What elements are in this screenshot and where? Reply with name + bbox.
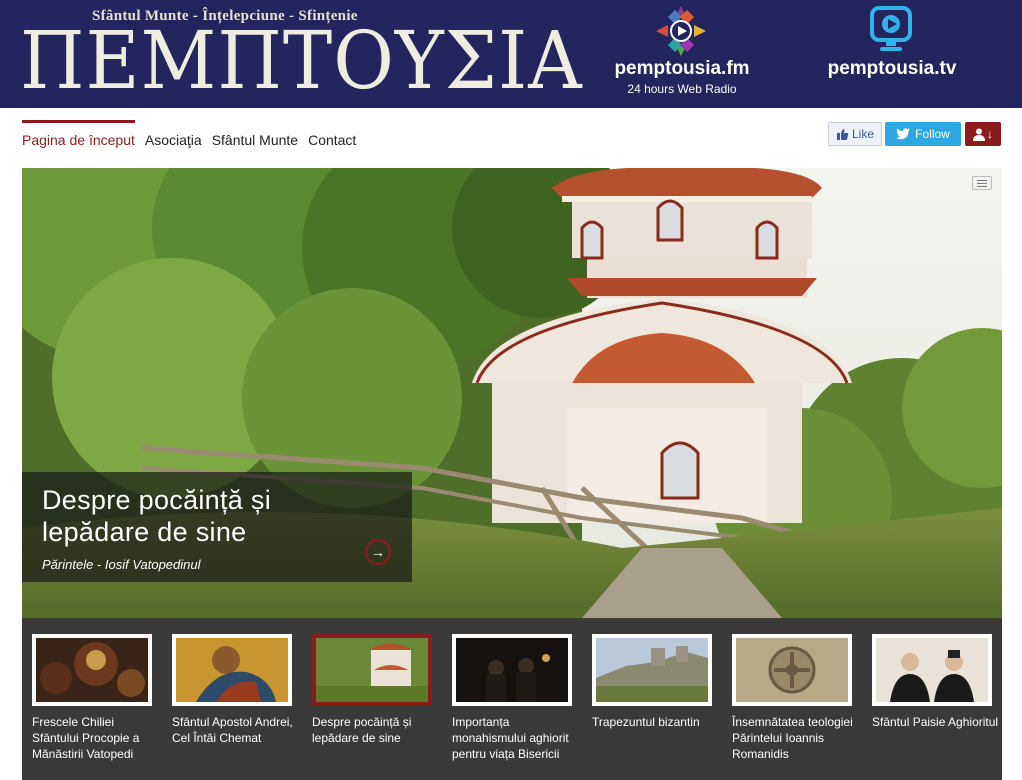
site-logo[interactable]: ΠΕΜΠΤΟΥΣΙΑ <box>20 18 583 104</box>
radio-subtitle: 24 hours Web Radio <box>627 82 737 96</box>
user-menu-arrow: ↓ <box>987 127 993 141</box>
thumbnail-label: Despre pocăință și lepădare de sine <box>312 715 412 745</box>
tv-link[interactable]: pemptousia.tv <box>806 0 978 108</box>
thumbs-up-icon <box>836 128 849 140</box>
nav-item-holy-mountain[interactable]: Sfântul Munte <box>212 120 298 156</box>
radio-link[interactable]: pemptousia.fm 24 hours Web Radio <box>596 0 768 108</box>
thumbnail-item[interactable]: Sfântul Apostol Andrei, Cel Întâi Chemat <box>172 634 293 746</box>
thumbnail-image <box>732 634 852 706</box>
facebook-like-button[interactable]: Like <box>828 122 882 146</box>
user-icon <box>973 128 985 141</box>
thumbnail-strip: Frescele Chiliei Sfântului Procopie a Mă… <box>22 618 1002 780</box>
read-more-arrow-icon[interactable]: → <box>365 539 391 565</box>
thumbnail-label: Trapezuntul bizantin <box>592 715 700 729</box>
user-menu-button[interactable]: ↓ <box>965 122 1001 146</box>
follow-label: Follow <box>915 127 950 141</box>
hero-caption: Despre pocăință și lepădare de sine Pări… <box>22 472 412 582</box>
thumbnail-label: Sfântul Paisie Aghioritul <box>872 715 999 729</box>
nav-item-association[interactable]: Asociaţia <box>145 120 202 156</box>
thumbnail-label: Frescele Chiliei Sfântului Procopie a Mă… <box>32 715 140 761</box>
hero-title[interactable]: Despre pocăință și lepădare de sine <box>42 484 382 548</box>
thumbnail-image <box>172 634 292 706</box>
thumbnail-label: Importanța monahismului aghiorit pentru … <box>452 715 569 761</box>
radio-name: pemptousia.fm <box>614 58 750 79</box>
thumbnail-image <box>872 634 992 706</box>
tv-name: pemptousia.tv <box>827 58 957 79</box>
slider-menu-icon[interactable] <box>972 176 992 190</box>
twitter-follow-button[interactable]: Follow <box>885 122 961 146</box>
thumbnail-item[interactable]: Sfântul Paisie Aghioritul <box>872 634 998 730</box>
thumbnail-label: Sfântul Apostol Andrei, Cel Întâi Chemat <box>172 715 293 745</box>
thumbnail-image <box>452 634 572 706</box>
hero-slider[interactable]: Despre pocăință și lepădare de sine Pări… <box>22 168 1002 618</box>
thumbnail-label: Însemnătatea teologiei Părintelui Ioanni… <box>732 715 853 761</box>
thumbnail-item[interactable]: Trapezuntul bizantin <box>592 634 712 730</box>
tv-play-icon <box>870 6 912 51</box>
site-header: Sfântul Munte - Înțelepciune - Sfințenie… <box>0 0 1022 108</box>
thumbnail-item[interactable]: Despre pocăință și lepădare de sine <box>312 634 432 746</box>
nav-item-home[interactable]: Pagina de început <box>22 120 135 156</box>
thumbnail-image <box>312 634 432 706</box>
thumbnail-item[interactable]: Frescele Chiliei Sfântului Procopie a Mă… <box>32 634 152 762</box>
like-label: Like <box>851 127 874 141</box>
radio-play-icon <box>656 6 706 56</box>
nav-item-contact[interactable]: Contact <box>308 120 356 156</box>
main-nav: Pagina de început Asociaţia Sfântul Munt… <box>22 120 366 156</box>
twitter-bird-icon <box>896 128 911 140</box>
thumbnail-item[interactable]: Însemnătatea teologiei Părintelui Ioanni… <box>732 634 853 762</box>
thumbnail-image <box>592 634 712 706</box>
hero-author: Părintele - Iosif Vatopedinul <box>42 557 201 572</box>
thumbnail-image <box>32 634 152 706</box>
thumbnail-item[interactable]: Importanța monahismului aghiorit pentru … <box>452 634 572 762</box>
